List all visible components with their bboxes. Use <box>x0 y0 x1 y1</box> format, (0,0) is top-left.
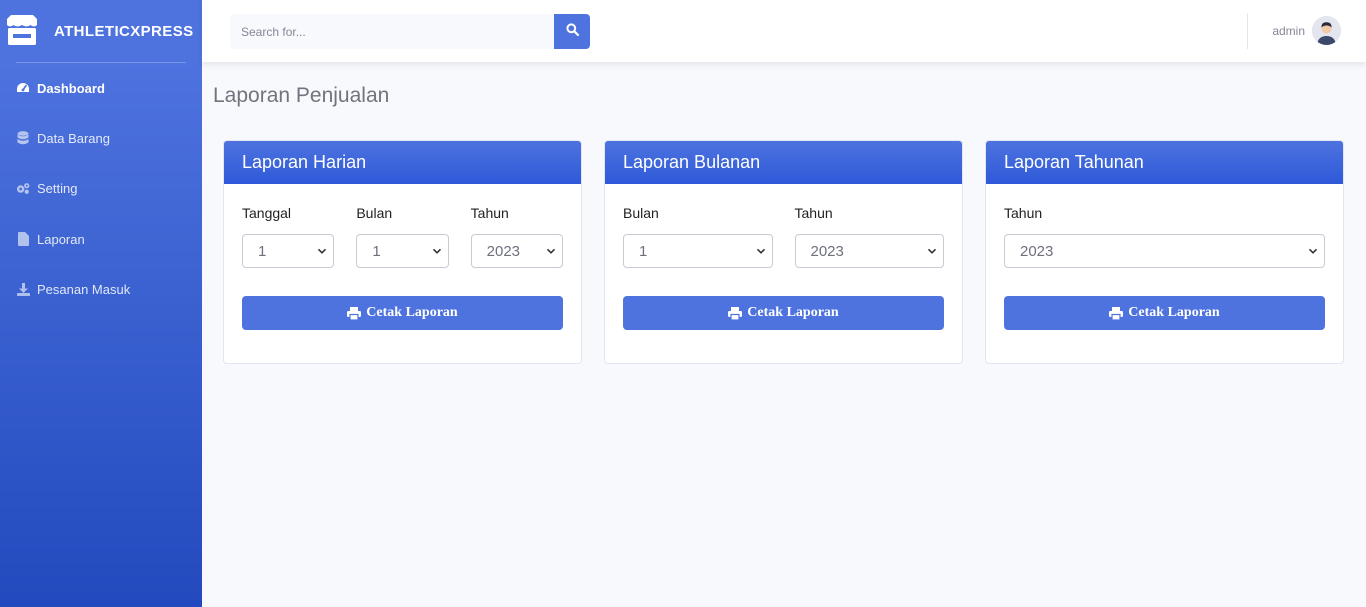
database-icon <box>16 131 30 145</box>
chevron-down-icon <box>927 248 937 254</box>
field-tahun: Tahun 2023 <box>470 205 563 268</box>
cetak-laporan-bulanan-button[interactable]: Cetak Laporan <box>623 296 944 330</box>
user-menu[interactable]: admin <box>1272 16 1341 45</box>
sidebar-item-data-barang[interactable]: Data Barang <box>0 113 202 164</box>
field-label: Bulan <box>356 205 393 221</box>
sidebar-item-label: Laporan <box>37 231 85 247</box>
card-laporan-tahunan: Laporan Tahunan Tahun 2023 Cetak Laporan <box>985 140 1344 364</box>
bulan-select[interactable]: 1 <box>623 234 773 268</box>
search-button[interactable] <box>554 14 590 49</box>
field-bulan: Bulan 1 <box>623 205 773 268</box>
cetak-laporan-harian-button[interactable]: Cetak Laporan <box>242 296 563 330</box>
tachometer-icon <box>16 81 30 95</box>
field-tahun: Tahun 2023 <box>794 205 944 268</box>
download-icon <box>16 283 30 297</box>
button-label: Cetak Laporan <box>366 305 458 320</box>
tanggal-select[interactable]: 1 <box>242 234 335 268</box>
file-icon <box>16 232 30 247</box>
bulan-select[interactable]: 1 <box>356 234 449 268</box>
sidebar-item-dashboard[interactable]: Dashboard <box>0 63 202 113</box>
brand-name: ATHLETICXPRESS <box>54 22 194 40</box>
card-laporan-harian: Laporan Harian Tanggal 1 Bulan 1 Tahun 2… <box>223 140 582 364</box>
card-title: Laporan Tahunan <box>986 141 1343 184</box>
print-icon <box>1109 306 1124 320</box>
chevron-down-icon <box>318 248 327 254</box>
tahun-select[interactable]: 2023 <box>470 234 563 268</box>
chevron-down-icon <box>1308 248 1318 254</box>
cetak-laporan-tahunan-button[interactable]: Cetak Laporan <box>1004 296 1325 330</box>
field-label: Tanggal <box>242 205 292 221</box>
page-title: Laporan Penjualan <box>213 84 390 107</box>
avatar <box>1312 16 1341 45</box>
field-label: Bulan <box>623 205 659 221</box>
field-tanggal: Tanggal 1 <box>242 205 335 268</box>
sidebar-item-setting[interactable]: Setting <box>0 164 202 215</box>
print-icon <box>728 306 743 320</box>
select-value: 2023 <box>810 242 844 260</box>
field-label: Tahun <box>470 205 509 221</box>
select-value: 1 <box>639 242 648 260</box>
sidebar-item-pesanan-masuk[interactable]: Pesanan Masuk <box>0 265 202 316</box>
search-input[interactable] <box>230 14 554 49</box>
field-bulan: Bulan 1 <box>356 205 449 268</box>
brand[interactable]: ATHLETICXPRESS <box>0 0 202 62</box>
form-row: Tanggal 1 Bulan 1 Tahun 2023 <box>242 205 563 268</box>
select-value: 1 <box>258 242 267 260</box>
card-title: Laporan Bulanan <box>605 141 962 184</box>
chevron-down-icon <box>546 248 556 254</box>
sidebar-item-label: Setting <box>37 181 78 197</box>
card-laporan-bulanan: Laporan Bulanan Bulan 1 Tahun 2023 Cetak… <box>604 140 963 364</box>
user-name: admin <box>1272 23 1305 38</box>
form-row: Bulan 1 Tahun 2023 <box>623 205 944 268</box>
select-value: 2023 <box>1020 242 1054 260</box>
sidebar-item-label: Pesanan Masuk <box>37 282 131 298</box>
topbar: admin <box>202 0 1366 62</box>
cogs-icon <box>16 182 30 196</box>
sidebar-item-label: Dashboard <box>37 80 105 96</box>
field-label: Tahun <box>1004 205 1043 221</box>
form-row: Tahun 2023 <box>1004 205 1325 268</box>
tahun-select[interactable]: 2023 <box>1004 234 1325 268</box>
sidebar-item-laporan[interactable]: Laporan <box>0 214 202 265</box>
field-label: Tahun <box>794 205 833 221</box>
tahun-select[interactable]: 2023 <box>794 234 944 268</box>
print-icon <box>347 306 362 320</box>
card-title: Laporan Harian <box>224 141 581 184</box>
search-form <box>230 14 590 49</box>
chevron-down-icon <box>756 248 765 254</box>
field-tahun: Tahun 2023 <box>1004 205 1325 268</box>
select-value: 2023 <box>486 242 521 260</box>
search-icon <box>565 22 579 41</box>
sidebar-item-label: Data Barang <box>37 130 110 146</box>
topbar-divider <box>1247 13 1248 49</box>
chevron-down-icon <box>432 248 441 254</box>
store-icon <box>5 15 39 47</box>
select-value: 1 <box>372 242 381 260</box>
sidebar: ATHLETICXPRESS Dashboard Data Barang Set… <box>0 0 202 607</box>
button-label: Cetak Laporan <box>747 305 839 320</box>
button-label: Cetak Laporan <box>1128 305 1220 320</box>
